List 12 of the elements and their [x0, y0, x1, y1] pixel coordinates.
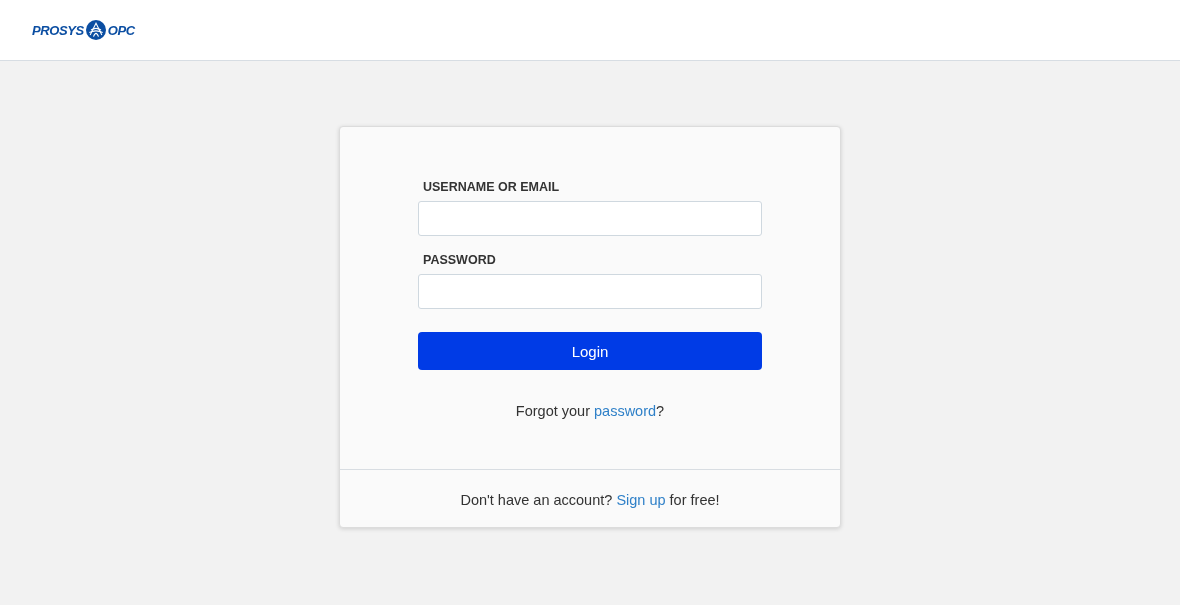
logo-text: OPC	[107, 22, 135, 38]
globe-icon	[85, 20, 106, 40]
login-button[interactable]: Login	[418, 332, 762, 370]
field-label: USERNAME OR EMAIL	[423, 179, 560, 195]
signup-link[interactable]: Sign up	[616, 492, 666, 508]
password-link[interactable]: password	[594, 403, 657, 419]
logo-text: PROSYS	[32, 22, 84, 38]
forgot-password-text: Forgot your password?	[515, 402, 665, 420]
field-label: PASSWORD	[423, 252, 496, 268]
signup-text: Don't have an account? Sign up for free!	[460, 491, 720, 509]
password-field[interactable]	[418, 274, 762, 309]
username-field[interactable]	[418, 201, 762, 236]
